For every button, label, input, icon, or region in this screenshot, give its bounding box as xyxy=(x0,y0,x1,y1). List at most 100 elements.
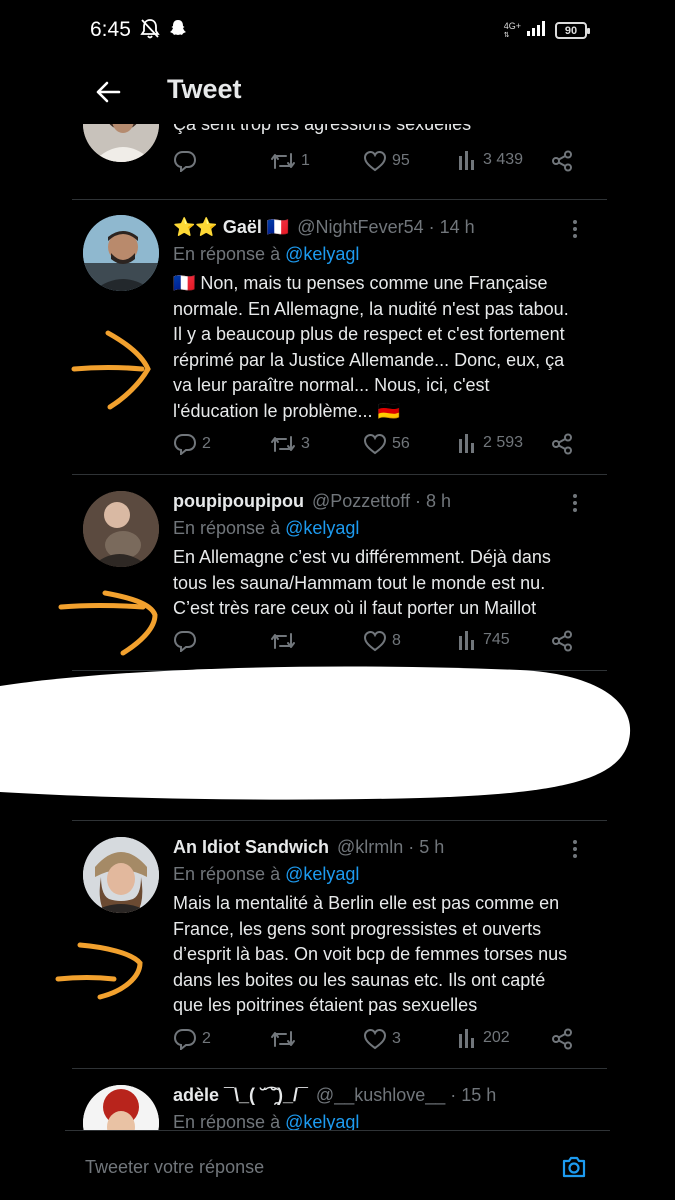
heart-icon xyxy=(363,433,387,455)
retweet-icon xyxy=(271,436,295,452)
reply-mention-link[interactable]: @kelyagl xyxy=(285,244,359,264)
reply-mention-link[interactable]: @kelyagl xyxy=(285,1112,359,1130)
like-button[interactable]: 3 xyxy=(363,1028,401,1050)
reply-mention-link[interactable]: @kelyagl xyxy=(285,518,359,538)
like-count: 56 xyxy=(392,435,410,452)
reply-context: En réponse à @kelyagl xyxy=(173,864,360,884)
annotation-arrow-1 xyxy=(71,330,151,410)
views-chart-icon xyxy=(459,631,474,650)
display-name[interactable]: poupipoupipou xyxy=(173,491,304,512)
reply-icon xyxy=(173,151,197,172)
tweet-card[interactable]: Ça sent trop les agressions sexuelles 1 … xyxy=(72,124,607,200)
battery-icon: 90 xyxy=(555,22,590,39)
reply-count: 2 xyxy=(202,1030,211,1047)
reply-composer[interactable]: Tweeter votre réponse xyxy=(65,1130,610,1200)
share-button[interactable] xyxy=(551,150,573,172)
like-button[interactable]: 95 xyxy=(363,150,410,172)
view-count: 202 xyxy=(483,1029,510,1046)
reply-context: En réponse à @kelyagl xyxy=(173,244,360,264)
retweet-count: 1 xyxy=(301,152,310,169)
network-type: 4G+ xyxy=(503,20,521,31)
reply-context: En réponse à @kelyagl xyxy=(173,518,360,538)
reply-button[interactable] xyxy=(173,630,197,652)
more-options-button[interactable] xyxy=(565,217,585,241)
retweet-icon xyxy=(271,1031,295,1047)
status-time: 6:45 xyxy=(90,18,131,41)
back-button[interactable] xyxy=(88,72,128,112)
status-bar: 6:45 4G+ ⇅ 90 xyxy=(0,0,675,62)
views-chart-icon xyxy=(459,151,474,170)
share-icon xyxy=(552,150,572,172)
retweet-icon xyxy=(271,153,295,169)
views-button[interactable]: 3 439 xyxy=(458,150,523,170)
annotation-arrow-3 xyxy=(55,942,143,1000)
tweet-actions: 8 745 xyxy=(173,630,578,656)
views-button[interactable]: 745 xyxy=(458,630,510,650)
tweet-actions: 2 3 202 xyxy=(173,1028,578,1054)
avatar[interactable] xyxy=(83,491,159,567)
reply-mention-link[interactable]: @kelyagl xyxy=(285,864,359,884)
tweet-text: En Allemagne c’est vu différemment. Déjà… xyxy=(173,547,551,618)
reply-button[interactable]: 2 xyxy=(173,433,211,455)
retweet-button[interactable] xyxy=(270,630,296,652)
bell-muted-icon xyxy=(140,18,160,45)
back-arrow-icon xyxy=(96,81,121,103)
tweet-actions: 2 3 56 2 593 xyxy=(173,433,578,459)
tweet-text: 🇫🇷 Non, mais tu penses comme une Françai… xyxy=(173,273,569,421)
tweet-text: Mais la mentalité à Berlin elle est pas … xyxy=(173,893,568,1015)
tweet-actions: 1 95 3 439 xyxy=(173,150,578,176)
tweet-card[interactable]: adèle ¯\_( ˘͡ ˘̯)_/¯ @__kushlove__ · 15 … xyxy=(72,1069,607,1130)
top-app-bar: Tweet xyxy=(0,62,675,122)
like-count: 3 xyxy=(392,1030,401,1047)
more-options-button[interactable] xyxy=(565,491,585,515)
handle-and-time: @klrmln · 5 h xyxy=(337,837,445,857)
view-count: 745 xyxy=(483,631,510,648)
like-button[interactable]: 56 xyxy=(363,433,410,455)
tweet-text: Ça sent trop les agressions sexuelles xyxy=(173,124,472,134)
view-count: 2 593 xyxy=(483,434,524,451)
camera-icon xyxy=(562,1156,586,1178)
tweet-card[interactable]: An Idiot Sandwich @klrmln · 5 h En répon… xyxy=(72,821,607,1069)
avatar[interactable] xyxy=(83,1085,159,1130)
avatar[interactable] xyxy=(83,215,159,291)
battery-level: 90 xyxy=(564,24,578,37)
handle-and-time: @Pozzettoff · 8 h xyxy=(311,491,451,511)
page-title: Tweet xyxy=(167,74,242,104)
share-icon xyxy=(552,1028,572,1050)
redaction-scribble xyxy=(0,666,631,800)
retweet-button[interactable]: 1 xyxy=(270,150,310,172)
view-count: 3 439 xyxy=(483,151,524,168)
display-name[interactable]: adèle ¯\_( ˘͡ ˘̯)_/¯ xyxy=(173,1085,308,1106)
camera-button[interactable] xyxy=(560,1153,588,1181)
retweet-button[interactable]: 3 xyxy=(270,433,310,455)
signal-icon xyxy=(527,20,549,41)
like-button[interactable]: 8 xyxy=(363,630,401,652)
retweet-button[interactable] xyxy=(270,1028,296,1050)
annotation-arrow-2 xyxy=(58,590,158,656)
display-name[interactable]: ⭐⭐ Gaël 🇫🇷 xyxy=(173,217,289,238)
like-count: 8 xyxy=(392,632,401,649)
more-options-button[interactable] xyxy=(565,837,585,861)
retweet-count: 3 xyxy=(301,435,310,452)
heart-icon xyxy=(363,630,387,652)
share-button[interactable] xyxy=(551,630,573,652)
views-chart-icon xyxy=(459,434,474,453)
like-count: 95 xyxy=(392,152,410,169)
reply-input-placeholder[interactable]: Tweeter votre réponse xyxy=(85,1157,264,1178)
handle-and-time: @NightFever54 · 14 h xyxy=(297,217,475,237)
retweet-icon xyxy=(271,633,295,649)
reply-icon xyxy=(173,434,197,455)
views-button[interactable]: 202 xyxy=(458,1028,510,1048)
share-button[interactable] xyxy=(551,433,573,455)
reply-button[interactable]: 2 xyxy=(173,1028,211,1050)
avatar[interactable] xyxy=(83,124,159,162)
reply-button[interactable] xyxy=(173,150,197,172)
snapchat-icon xyxy=(168,18,188,45)
views-button[interactable]: 2 593 xyxy=(458,433,523,453)
reply-context: En réponse à @kelyagl xyxy=(173,1112,360,1130)
share-button[interactable] xyxy=(551,1028,573,1050)
display-name[interactable]: An Idiot Sandwich xyxy=(173,837,329,858)
share-icon xyxy=(552,630,572,652)
share-icon xyxy=(552,433,572,455)
avatar[interactable] xyxy=(83,837,159,913)
